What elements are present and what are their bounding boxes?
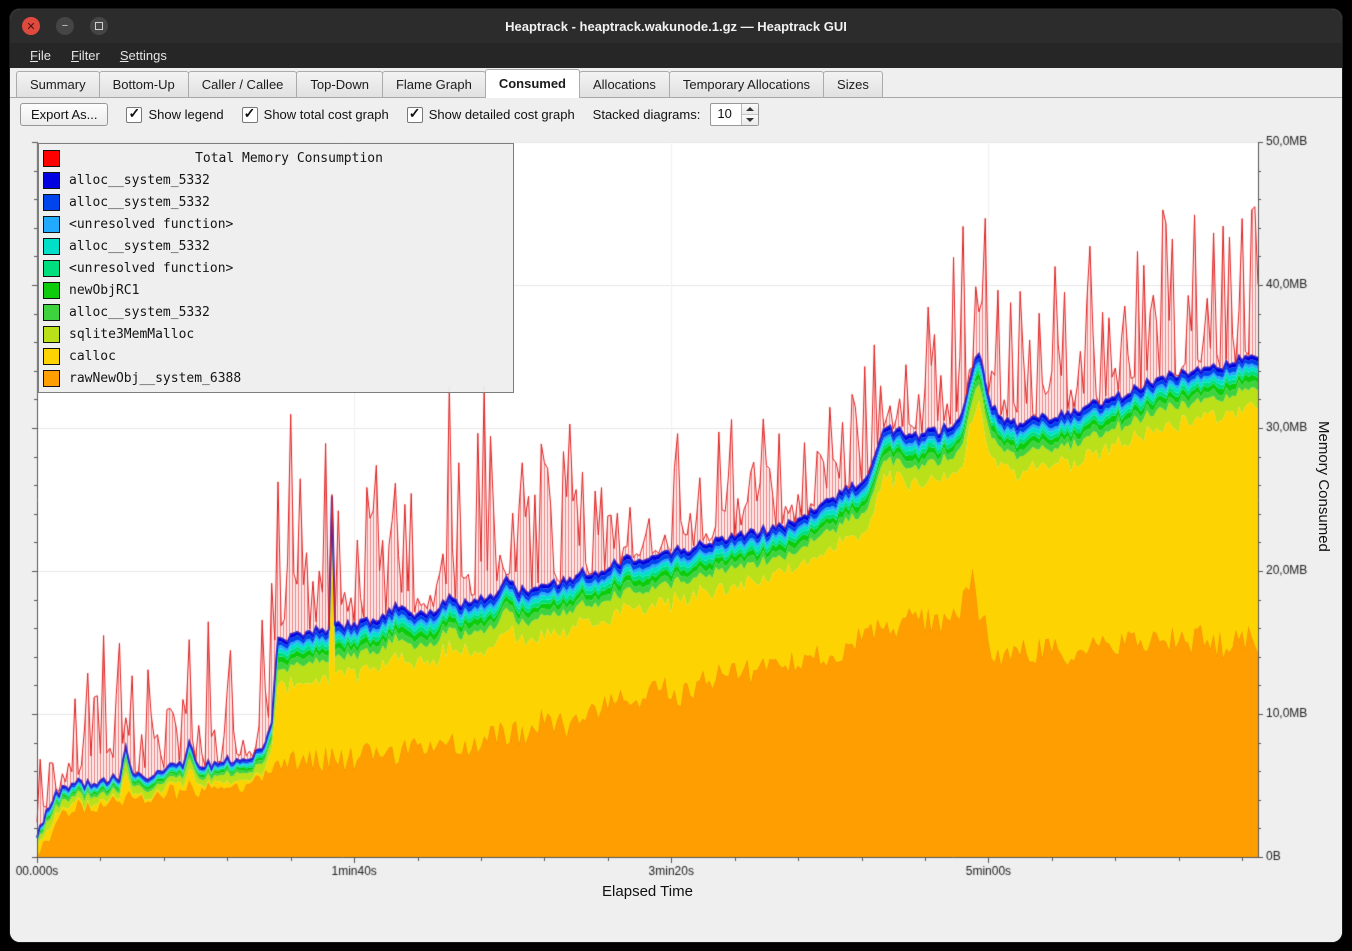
checkbox-icon[interactable] [407,107,423,123]
checkbox-group: Show legend Show total cost graph Show det… [126,107,574,123]
menu-item-filter[interactable]: Filter [61,45,110,66]
tab-allocations[interactable]: Allocations [579,71,670,97]
window-title: Heaptrack - heaptrack.wakunode.1.gz — He… [10,19,1342,34]
checkbox-label: Show legend [148,107,223,122]
checkbox-show-total-cost-graph[interactable]: Show total cost graph [242,107,389,123]
menu-bar: FileFilterSettings [10,43,1342,68]
close-button[interactable]: ✕ [22,17,40,35]
checkbox-label: Show detailed cost graph [429,107,575,122]
menu-item-settings[interactable]: Settings [110,45,177,66]
chevron-up-icon [746,107,754,111]
app-window: ✕ − Heaptrack - heaptrack.wakunode.1.gz … [10,9,1342,942]
stacked-diagrams-label: Stacked diagrams: [593,107,701,122]
tab-bottom-up[interactable]: Bottom-Up [99,71,189,97]
tab-bar: SummaryBottom-UpCaller / CalleeTop-DownF… [10,68,1342,98]
checkbox-icon[interactable] [126,107,142,123]
stacked-diagrams-value: 10 [711,104,741,125]
title-bar: ✕ − Heaptrack - heaptrack.wakunode.1.gz … [10,9,1342,43]
close-icon: ✕ [26,20,35,33]
checkbox-show-detailed-cost-graph[interactable]: Show detailed cost graph [407,107,575,123]
tab-summary[interactable]: Summary [16,71,100,97]
spin-down-button[interactable] [742,114,758,125]
stacked-diagrams-control: Stacked diagrams: 10 [593,103,760,126]
menu-item-file[interactable]: File [20,45,61,66]
tab-caller-callee[interactable]: Caller / Callee [188,71,298,97]
stacked-diagrams-spinbox[interactable]: 10 [710,103,759,126]
spin-buttons [741,104,758,125]
tab-sizes[interactable]: Sizes [823,71,883,97]
memory-consumption-chart[interactable] [10,131,1342,942]
checkbox-label: Show total cost graph [264,107,389,122]
tab-top-down[interactable]: Top-Down [296,71,383,97]
checkbox-icon[interactable] [242,107,258,123]
checkbox-show-legend[interactable]: Show legend [126,107,223,123]
maximize-button[interactable] [90,17,108,35]
consumed-chart-area: Total Memory Consumptionalloc__system_53… [10,131,1342,942]
window-controls: ✕ − [22,17,108,35]
spin-up-button[interactable] [742,104,758,114]
minimize-button[interactable]: − [56,17,74,35]
chart-toolbar: Export As... Show legend Show total cost … [10,98,1342,131]
tab-flame-graph[interactable]: Flame Graph [382,71,486,97]
export-as-button[interactable]: Export As... [20,103,108,126]
maximize-icon [95,22,103,30]
tab-temporary-allocations[interactable]: Temporary Allocations [669,71,824,97]
y-axis-title: Memory Consumed [1315,421,1332,552]
chevron-down-icon [746,118,754,122]
tab-consumed[interactable]: Consumed [485,69,580,98]
minimize-icon: − [62,20,68,32]
x-axis-title: Elapsed Time [37,883,1258,900]
